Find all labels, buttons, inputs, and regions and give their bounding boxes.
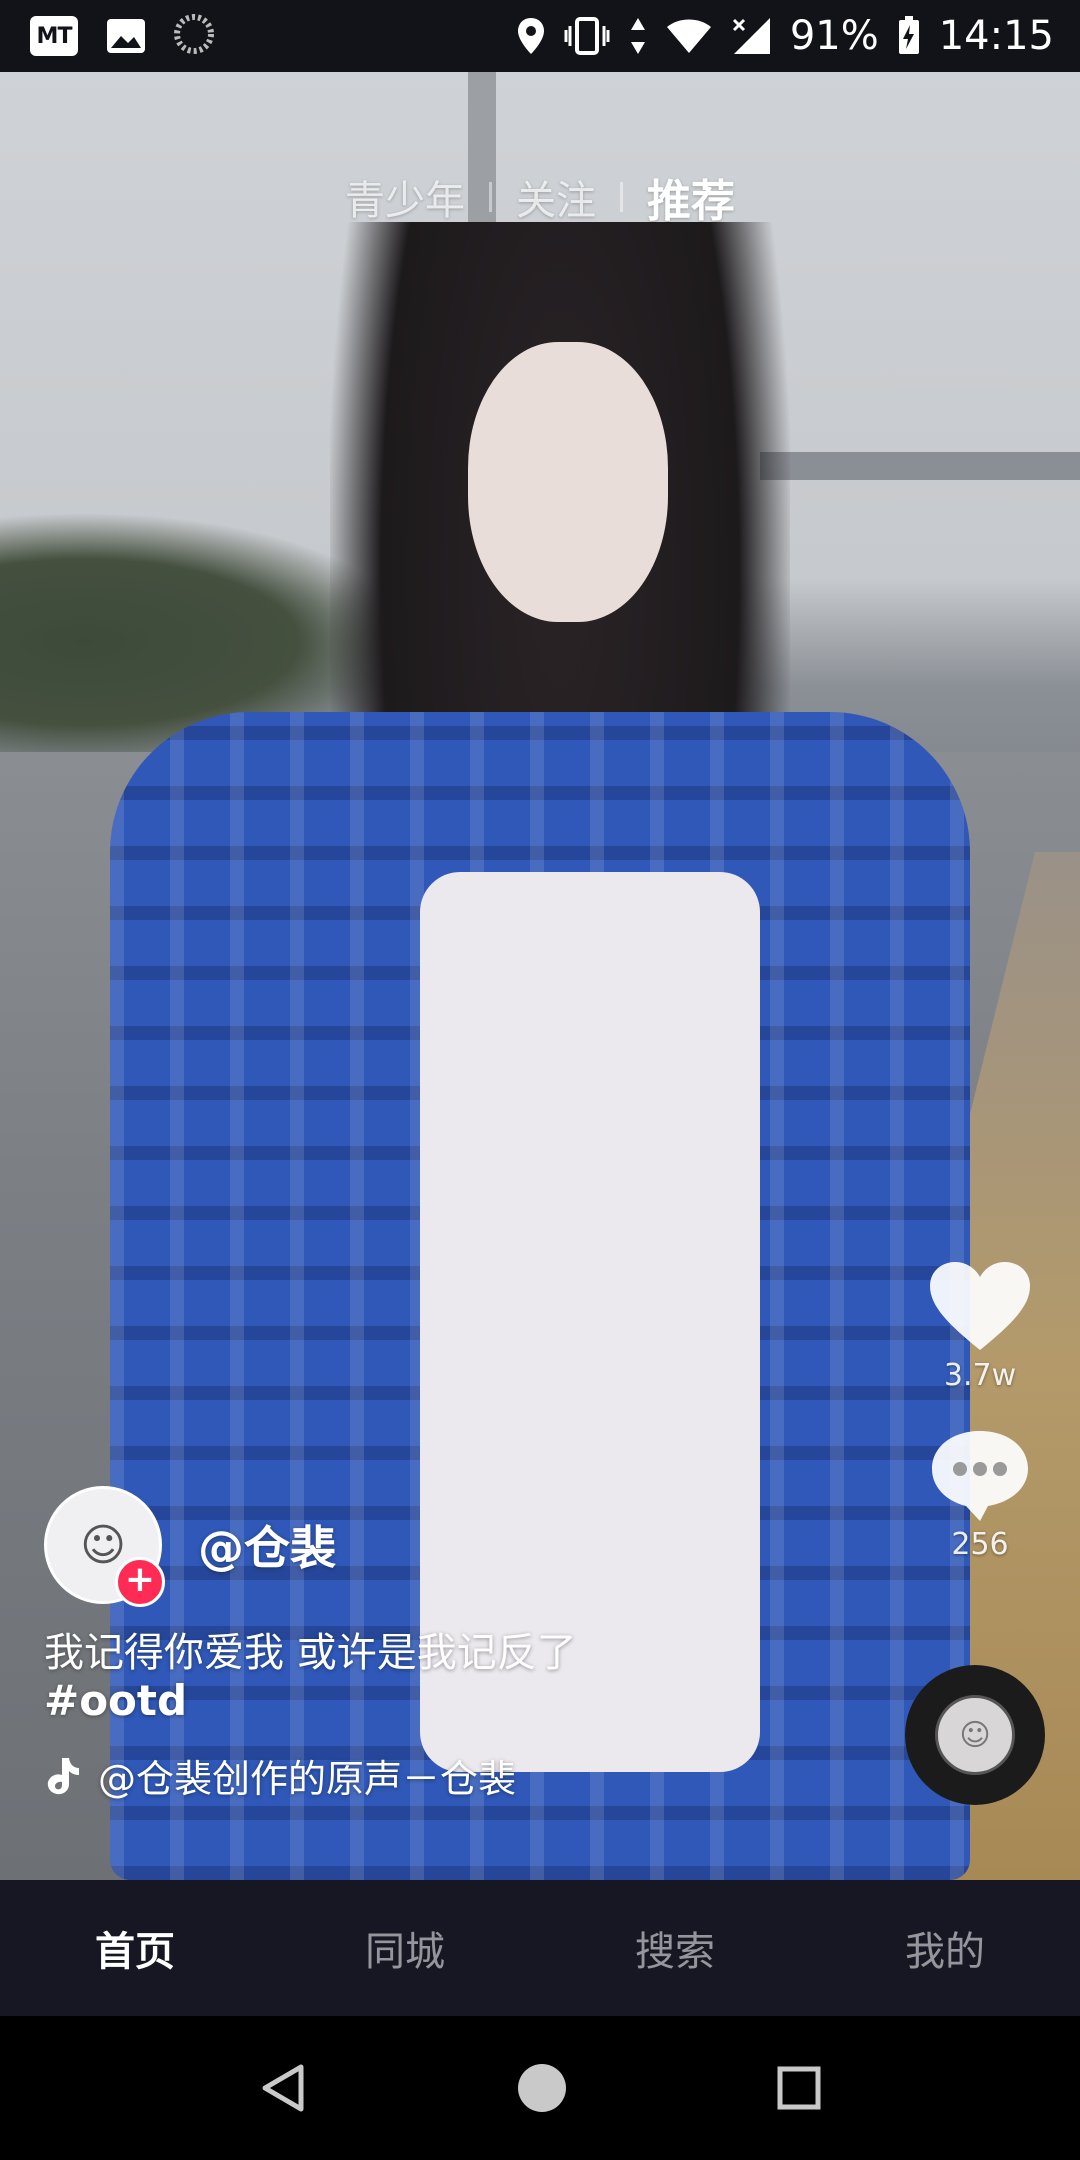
clock: 14:15 [938,13,1054,59]
status-bar: MT 91% 14:15 [0,0,1080,72]
tab-teen[interactable]: 青少年 [321,168,489,226]
like-count: 3.7w [943,1358,1017,1393]
avatar-image: ☺ [80,1519,126,1571]
comment-count: 256 [951,1527,1009,1562]
person-face [468,342,668,622]
nav-profile[interactable]: 我的 [810,1880,1080,2016]
author-row: ☺ + @仓裴 [44,1486,336,1607]
heart-icon [930,1262,1030,1350]
signal-icon [730,16,772,56]
music-title: @仓裴创作的原声－仓裴 [98,1757,517,1801]
battery-level: 91% [789,13,879,59]
battery-charging-icon [897,16,921,56]
like-button[interactable]: 3.7w [928,1260,1032,1393]
system-nav-bar [0,2016,1080,2160]
traffic-gantry [760,452,1080,480]
vibrate-icon [564,16,610,56]
action-column: 3.7w 256 [920,1260,1040,1596]
location-icon [516,16,546,56]
video-caption: 我记得你爱我 或许是我记反了 [44,1630,577,1676]
mt-app-icon: MT [30,16,78,56]
wifi-icon [666,17,712,55]
data-transfer-icon [628,16,648,56]
nav-search[interactable]: 搜索 [540,1880,810,2016]
music-disc[interactable]: ☺ [905,1665,1045,1805]
comment-button[interactable]: 256 [928,1427,1032,1562]
video-player[interactable] [0,72,1080,1880]
follow-button[interactable]: + [115,1557,165,1607]
avatar[interactable]: ☺ + [44,1486,165,1607]
music-disc-cover: ☺ [935,1695,1015,1775]
music-info[interactable]: @仓裴创作的原声－仓裴 [44,1748,516,1803]
back-icon[interactable] [259,2063,307,2113]
nav-home[interactable]: 首页 [0,1880,270,2016]
nav-nearby[interactable]: 同城 [270,1880,540,2016]
loading-icon [174,14,214,58]
author-name[interactable]: @仓裴 [198,1512,336,1578]
bottom-nav: 首页 同城 搜索 我的 [0,1880,1080,2016]
tab-recommended[interactable]: 推荐 [623,165,759,229]
gallery-icon [106,18,146,54]
top-tabs: 青少年 关注 推荐 [0,165,1080,229]
tab-following[interactable]: 关注 [492,168,620,226]
recents-icon[interactable] [777,2066,821,2110]
comment-icon [932,1431,1028,1521]
home-icon[interactable] [517,2063,567,2113]
music-note-icon [47,1757,79,1794]
hashtag-link[interactable]: #ootd [44,1676,187,1725]
